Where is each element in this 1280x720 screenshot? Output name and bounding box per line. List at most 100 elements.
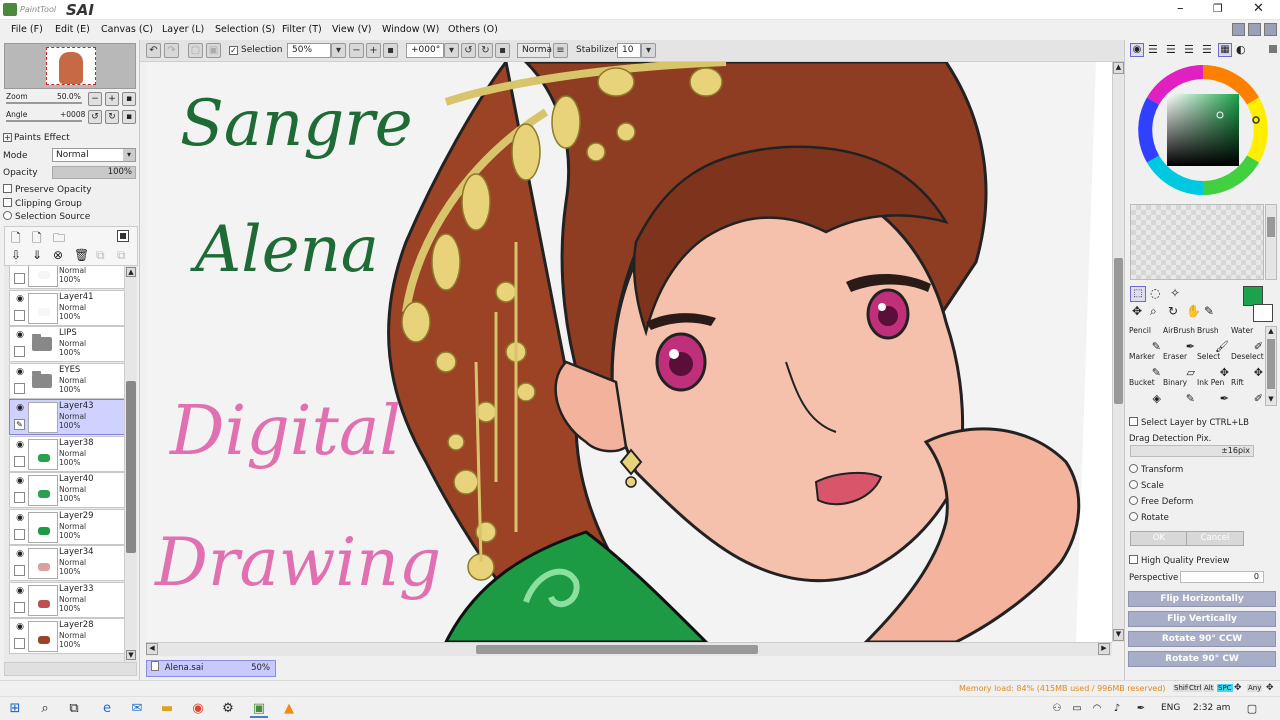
visibility-eye-icon[interactable]: ◉ [14, 330, 26, 340]
new-layer-set-icon[interactable]: 🗋 [32, 229, 42, 250]
painttool-sai-icon[interactable]: ▣ [250, 700, 268, 718]
rotate-cw-button[interactable]: Rotate 90° CW [1128, 651, 1276, 667]
menu-edit[interactable]: Edit (E) [55, 24, 90, 35]
vlc-icon[interactable]: ▲ [280, 700, 298, 718]
nav-rotate-right-button[interactable]: ↻ [105, 110, 119, 124]
tool-scroll-thumb[interactable] [1267, 339, 1275, 389]
view-mode-field[interactable]: Normal [517, 43, 555, 58]
clock[interactable]: 2:32 am [1193, 703, 1230, 713]
mixer-mode-icon[interactable]: ☰ [1184, 43, 1194, 56]
menu-canvas[interactable]: Canvas (C) [101, 24, 153, 35]
layer-link-checkbox[interactable] [14, 601, 25, 613]
canvas-vscrollbar[interactable]: ▲ ▼ [1112, 62, 1124, 642]
tool-marker[interactable]: Marker ✎ [1129, 352, 1163, 378]
layer-link-checkbox[interactable] [14, 309, 25, 321]
flip-horizontally-button[interactable]: Flip Horizontally [1128, 591, 1276, 607]
canvas-scroll-up-icon[interactable]: ▲ [1113, 62, 1124, 74]
language-indicator[interactable]: ENG [1161, 703, 1180, 713]
windows-start-icon[interactable]: ⊞ [6, 700, 24, 718]
zoom-slider[interactable] [6, 102, 82, 104]
close-icon[interactable]: ✕ [1253, 1, 1264, 16]
move-tool-icon[interactable]: ✥ [1132, 304, 1142, 318]
mdi-minimize-button[interactable] [1232, 23, 1245, 36]
tool-bucket[interactable]: Bucket ◈ [1129, 378, 1163, 404]
redo-button[interactable]: ↷ [164, 43, 179, 58]
layer-row[interactable]: ◉ Layer28 Normal 100% [9, 618, 124, 654]
tool-scroll-down-icon[interactable]: ▼ [1266, 395, 1276, 405]
layer-row[interactable]: ◉Layer42Normal100% [9, 266, 124, 289]
canvas-hscroll-thumb[interactable] [476, 645, 758, 654]
chrome-icon[interactable]: ◉ [189, 700, 207, 718]
minimize-icon[interactable]: – [1177, 1, 1184, 16]
visibility-eye-icon[interactable]: ◉ [14, 367, 26, 377]
selection-toggle[interactable]: Selection [229, 45, 282, 55]
angle-field[interactable]: +000° [406, 43, 444, 58]
nav-rotate-reset-button[interactable]: ▪ [122, 110, 136, 124]
stabilizer-field[interactable]: 10 [617, 43, 641, 58]
layer-row[interactable]: ◉ Layer34 Normal 100% [9, 545, 124, 581]
lasso-tool-icon[interactable]: ◌ [1150, 286, 1160, 300]
zoom-in-button[interactable]: + [366, 43, 381, 58]
transform-radio[interactable] [1129, 480, 1138, 489]
angle-dropdown-button[interactable]: ▾ [444, 43, 459, 58]
layer-row[interactable]: ◉ EYES Normal 100% [9, 362, 124, 399]
transform-radio[interactable] [1129, 496, 1138, 505]
apply-mask-icon[interactable]: ⧉ [96, 248, 105, 263]
canvas-hscrollbar[interactable]: ◀ ▶ [146, 642, 1112, 656]
settings-icon[interactable]: ⚙ [219, 700, 237, 718]
view-mode-button[interactable]: ≡ [553, 43, 568, 58]
clear-layer-icon[interactable]: ⊗ [53, 248, 63, 262]
mail-icon[interactable]: ✉ [128, 700, 146, 718]
visibility-eye-icon[interactable]: ◉ [14, 513, 26, 523]
layer-hscrollbar[interactable] [4, 662, 137, 676]
edge-icon[interactable]: e [98, 700, 116, 718]
restore-icon[interactable]: ❐ [1213, 2, 1223, 15]
tool-pencil[interactable]: Pencil ✎ [1129, 326, 1163, 352]
nav-zoom-reset-button[interactable]: ▪ [122, 92, 136, 106]
scroll-down-icon[interactable]: ▼ [126, 650, 136, 660]
brush-lock-icon[interactable]: ✎ [14, 419, 25, 430]
scratchpad-scrollbar[interactable] [1265, 204, 1277, 280]
visibility-eye-icon[interactable]: ◉ [14, 403, 26, 413]
selection-source-radio[interactable] [3, 211, 12, 220]
transform-option-rotate[interactable]: Rotate [1129, 512, 1169, 523]
nav-zoom-in-button[interactable]: + [105, 92, 119, 106]
panel-minimize-icon[interactable] [1269, 45, 1277, 53]
transform-option-transform[interactable]: Transform [1129, 464, 1183, 475]
document-tab[interactable]: Alena.sai 50% [146, 660, 276, 677]
new-folder-icon[interactable]: 🗀 [53, 229, 65, 250]
mask-icon[interactable] [117, 230, 129, 242]
menu-layer[interactable]: Layer (L) [162, 24, 204, 35]
swatches-mode-icon[interactable]: ☰ [1202, 43, 1212, 56]
visibility-eye-icon[interactable]: ◉ [14, 294, 26, 304]
color-wheel-mode-icon[interactable]: ◉ [1130, 43, 1144, 57]
magic-wand-icon[interactable]: ✧ [1170, 286, 1180, 300]
scroll-up-icon[interactable]: ▲ [126, 267, 136, 277]
tool-eraser[interactable]: Eraser ▱ [1163, 352, 1197, 378]
color-wheel[interactable] [1135, 62, 1271, 198]
clipping-group-checkbox[interactable] [3, 198, 12, 207]
merge-mask-icon[interactable]: ⧉ [117, 248, 126, 263]
rotate-right-button[interactable]: ▪ [495, 43, 510, 58]
layer-row[interactable]: ◉ Layer41 Normal 100% [9, 289, 124, 326]
layer-link-checkbox[interactable] [14, 492, 25, 503]
pen-icon[interactable]: ✒ [1132, 700, 1150, 718]
layer-link-checkbox[interactable] [14, 273, 25, 284]
battery-icon[interactable]: ▭ [1068, 700, 1086, 718]
rotate-left-button[interactable]: ↺ [461, 43, 476, 58]
tool-grid-scrollbar[interactable]: ▲ ▼ [1265, 326, 1277, 406]
scratchpad-scroll-thumb[interactable] [1267, 217, 1275, 237]
undo-button[interactable]: ↶ [146, 43, 161, 58]
navigator-preview[interactable] [4, 43, 136, 89]
tool-rift[interactable]: Rift ✐ [1231, 378, 1265, 404]
layer-link-checkbox[interactable] [14, 382, 25, 394]
rotate-ccw-button[interactable]: Rotate 90° CCW [1128, 631, 1276, 647]
hand-tool-icon[interactable]: ✋ [1186, 304, 1201, 318]
rgb-slider-mode-icon[interactable]: ☰ [1148, 43, 1158, 56]
canvas-scroll-right-icon[interactable]: ▶ [1098, 643, 1110, 655]
tool-deselect[interactable]: Deselect ✥ [1231, 352, 1265, 378]
layer-scrollbar[interactable]: ▲ ▼ [124, 266, 137, 662]
merge-down-icon[interactable]: ⇓ [32, 248, 42, 262]
tool-scroll-up-icon[interactable]: ▲ [1266, 327, 1276, 337]
visibility-eye-icon[interactable]: ◉ [14, 549, 26, 559]
